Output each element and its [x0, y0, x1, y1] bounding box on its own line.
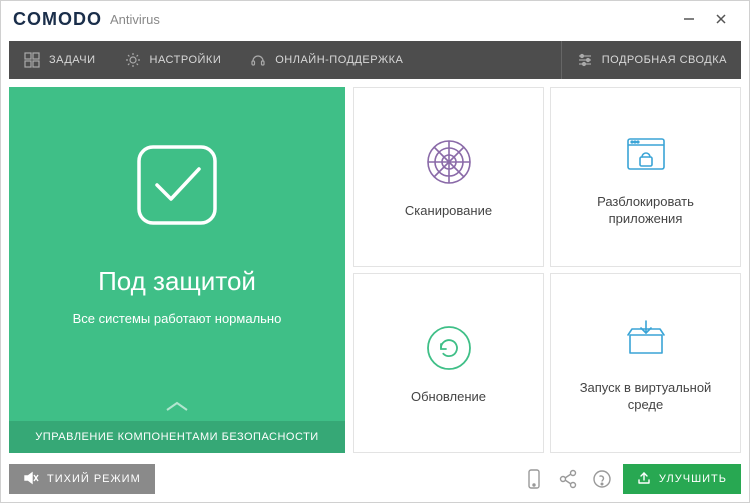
silent-mode-button[interactable]: ТИХИЙ РЕЖИМ [9, 464, 155, 494]
mobile-icon[interactable] [521, 466, 547, 492]
toolbar-support-label: ОНЛАЙН-ПОДДЕРЖКА [275, 54, 403, 66]
title-bar: COMODO Antivirus [1, 1, 749, 37]
tile-virtual[interactable]: Запуск в виртуальной среде [550, 273, 741, 453]
toolbar-settings-label: НАСТРОЙКИ [150, 54, 222, 66]
tile-scan[interactable]: Сканирование [353, 87, 544, 267]
headset-icon [249, 51, 267, 69]
tile-scan-label: Сканирование [395, 203, 502, 220]
share-icon[interactable] [555, 466, 581, 492]
toolbar-summary[interactable]: ПОДРОБНАЯ СВОДКА [561, 41, 741, 79]
footer-bar: ТИХИЙ РЕЖИМ УЛУЧШИТЬ [9, 461, 741, 497]
status-footer-label: УПРАВЛЕНИЕ КОМПОНЕНТАМИ БЕЗОПАСНОСТИ [35, 431, 318, 443]
brand-name: COMODO [13, 9, 102, 30]
tiles-grid: Сканирование Разблокировать приложения [353, 87, 741, 453]
toolbar-summary-label: ПОДРОБНАЯ СВОДКА [602, 54, 727, 66]
upgrade-button[interactable]: УЛУЧШИТЬ [623, 464, 741, 494]
main-content: Под защитой Все системы работают нормаль… [1, 79, 749, 461]
unlock-icon [619, 126, 673, 180]
close-button[interactable] [705, 7, 737, 31]
gear-icon [124, 51, 142, 69]
help-icon[interactable] [589, 466, 615, 492]
grid-icon [23, 51, 41, 69]
radar-icon [422, 135, 476, 189]
tile-virtual-label: Запуск в виртуальной среде [551, 380, 740, 414]
toolbar-tasks-label: ЗАДАЧИ [49, 54, 96, 66]
tile-unlock[interactable]: Разблокировать приложения [550, 87, 741, 267]
checkmark-icon [127, 135, 227, 240]
status-panel: Под защитой Все системы работают нормаль… [9, 87, 345, 453]
chevron-up-icon[interactable] [163, 398, 191, 419]
upload-icon [637, 471, 651, 488]
toolbar: ЗАДАЧИ НАСТРОЙКИ ОНЛАЙН-ПОДДЕРЖКА ПОДРОБ… [9, 41, 741, 79]
status-title: Под защитой [98, 266, 256, 297]
toolbar-support[interactable]: ОНЛАЙН-ПОДДЕРЖКА [235, 41, 417, 79]
box-download-icon [619, 312, 673, 366]
toolbar-tasks[interactable]: ЗАДАЧИ [9, 41, 110, 79]
tile-unlock-label: Разблокировать приложения [551, 194, 740, 228]
toolbar-settings[interactable]: НАСТРОЙКИ [110, 41, 236, 79]
silent-mode-label: ТИХИЙ РЕЖИМ [47, 473, 141, 485]
tile-update[interactable]: Обновление [353, 273, 544, 453]
tile-update-label: Обновление [401, 389, 496, 406]
status-subtitle: Все системы работают нормально [73, 311, 282, 326]
refresh-icon [422, 321, 476, 375]
mute-icon [23, 470, 39, 489]
upgrade-label: УЛУЧШИТЬ [659, 473, 727, 485]
status-footer-button[interactable]: УПРАВЛЕНИЕ КОМПОНЕНТАМИ БЕЗОПАСНОСТИ [9, 421, 345, 453]
minimize-button[interactable] [673, 7, 705, 31]
sliders-icon [576, 51, 594, 69]
product-name: Antivirus [110, 12, 160, 27]
